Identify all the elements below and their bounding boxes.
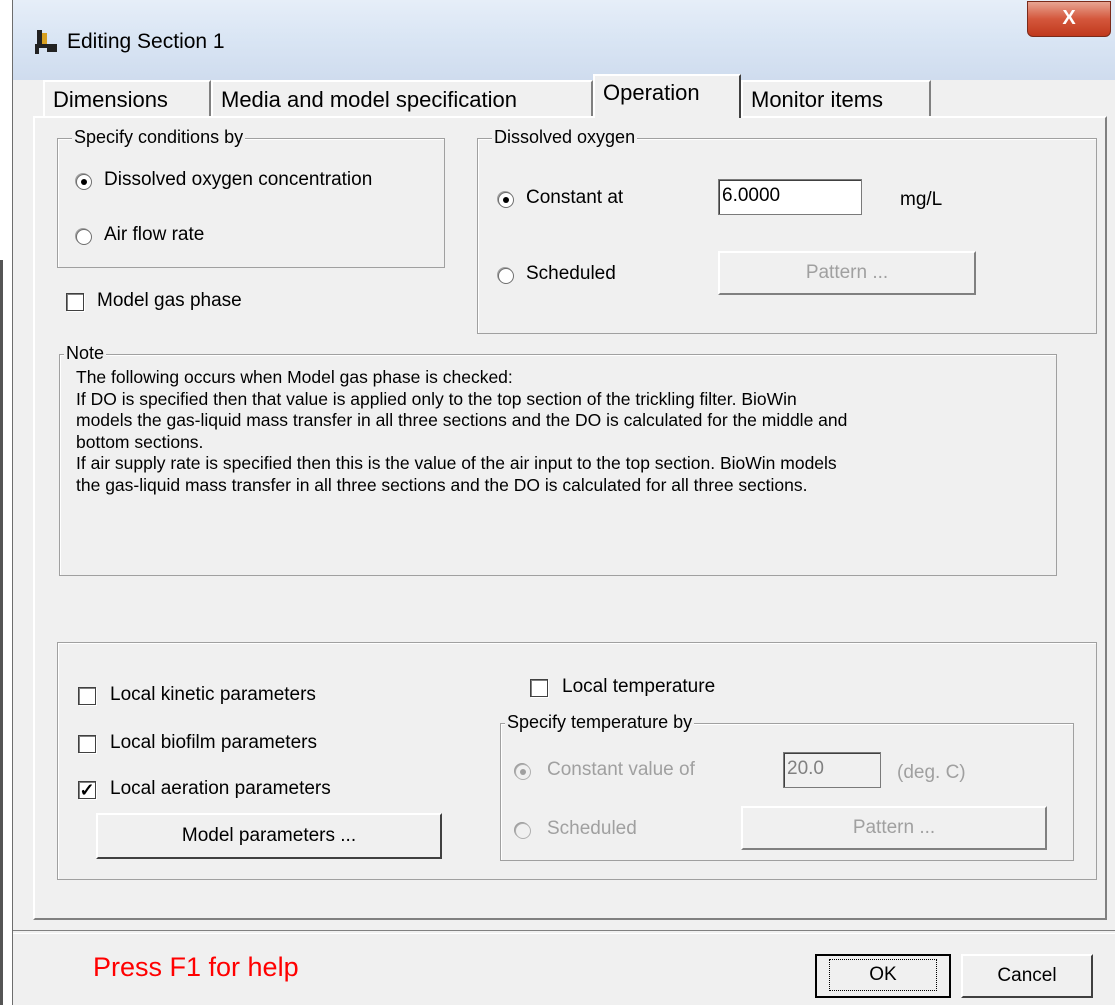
tab-label: Dimensions — [53, 87, 168, 112]
group-legend: Specify conditions by — [72, 126, 246, 148]
tab-label: Media and model specification — [221, 87, 517, 112]
tab-monitor-items[interactable]: Monitor items — [741, 80, 931, 116]
do-pattern-button[interactable]: Pattern ... — [718, 251, 976, 295]
radio-label: Scheduled — [547, 818, 637, 839]
checkbox-label: Local biofilm parameters — [110, 732, 317, 753]
specify-temperature-group: Specify temperature by Constant value of… — [500, 711, 1074, 861]
model-parameters-button[interactable]: Model parameters ... — [96, 813, 442, 859]
radio-label: Constant at — [526, 187, 624, 208]
temp-pattern-button[interactable]: Pattern ... — [741, 806, 1047, 850]
note-line: bottom sections. — [76, 431, 204, 452]
radio-temp-constant[interactable] — [515, 764, 531, 780]
radio-temp-scheduled[interactable] — [515, 823, 531, 839]
footer-separator — [13, 930, 1115, 934]
radio-label: Air flow rate — [104, 224, 205, 245]
checkbox-label: Local aeration parameters — [110, 778, 331, 799]
local-kinetic-checkbox[interactable] — [78, 687, 96, 705]
ok-button[interactable]: OK — [815, 954, 951, 998]
note-text: The following occurs when Model gas phas… — [76, 367, 1046, 497]
radio-air-flow[interactable] — [76, 229, 92, 245]
model-gas-phase-checkbox[interactable] — [66, 293, 84, 311]
checkbox-label: Local temperature — [562, 676, 716, 697]
radio-dissolved-oxygen[interactable] — [76, 174, 92, 190]
biowin-app-icon — [35, 30, 57, 54]
title-bar[interactable]: Editing Section 1 X — [13, 0, 1115, 80]
note-line: models the gas-liquid mass transfer in a… — [76, 410, 848, 431]
radio-label: Dissolved oxygen concentration — [104, 169, 373, 190]
ok-label: OK — [829, 959, 937, 991]
tab-media-model[interactable]: Media and model specification — [211, 80, 593, 116]
note-group: Note The following occurs when Model gas… — [59, 342, 1057, 576]
note-line: the gas-liquid mass transfer in all thre… — [76, 474, 808, 495]
local-aeration-checkbox[interactable]: ✓ — [78, 781, 96, 799]
radio-label: Constant value of — [547, 759, 695, 780]
tab-operation[interactable]: Operation — [593, 74, 741, 118]
local-parameters-group: Local kinetic parameters Local biofilm p… — [57, 642, 1097, 880]
operation-tab-page: Specify conditions by Dissolved oxygen c… — [33, 116, 1107, 920]
group-legend: Specify temperature by — [505, 711, 695, 733]
unit-label: (deg. C) — [897, 762, 966, 783]
dialog-title: Editing Section 1 — [67, 30, 225, 53]
note-line: If air supply rate is specified then thi… — [76, 453, 837, 474]
checkbox-label: Local kinetic parameters — [110, 684, 316, 705]
radio-label: Scheduled — [526, 263, 616, 284]
background-window-edge — [0, 0, 12, 1005]
local-biofilm-checkbox[interactable] — [78, 735, 96, 753]
temp-constant-input[interactable]: 20.0 — [783, 752, 881, 788]
note-line: If DO is specified then that value is ap… — [76, 388, 797, 409]
tab-label: Operation — [603, 80, 700, 105]
radio-do-scheduled[interactable] — [498, 268, 514, 284]
group-legend: Dissolved oxygen — [492, 126, 638, 148]
checkbox-label: Model gas phase — [97, 290, 242, 311]
note-line: The following occurs when Model gas phas… — [76, 367, 513, 387]
help-hint: Press F1 for help — [93, 952, 299, 982]
do-constant-input[interactable]: 6.0000 — [718, 179, 862, 215]
unit-label: mg/L — [900, 189, 943, 210]
cancel-button[interactable]: Cancel — [961, 954, 1093, 998]
tab-dimensions[interactable]: Dimensions — [43, 80, 211, 116]
group-legend: Note — [64, 342, 107, 364]
close-button[interactable]: X — [1027, 1, 1111, 37]
tab-label: Monitor items — [751, 87, 884, 112]
local-temperature-checkbox[interactable] — [530, 679, 548, 697]
dialog-window: Editing Section 1 X Dimensions Media and… — [12, 0, 1115, 1005]
radio-do-constant[interactable] — [498, 192, 514, 208]
specify-conditions-group: Specify conditions by Dissolved oxygen c… — [57, 126, 445, 268]
dissolved-oxygen-group: Dissolved oxygen Constant at 6.0000 mg/L… — [477, 126, 1097, 334]
